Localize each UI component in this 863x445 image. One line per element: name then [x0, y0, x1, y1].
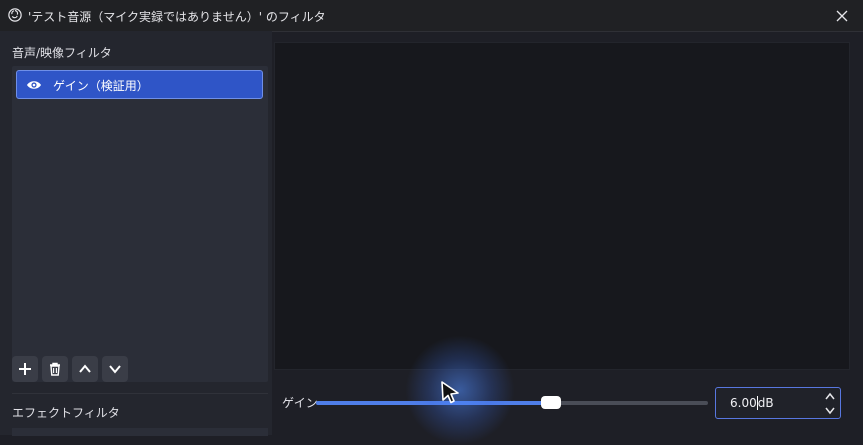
gain-slider-handle[interactable] — [541, 396, 562, 409]
audio-video-filter-list[interactable]: ゲイン（検証用） — [12, 66, 268, 382]
window-title: 'テスト音源（マイク実録ではありません）' のフィルタ — [28, 10, 326, 24]
plus-icon — [19, 363, 31, 375]
move-down-button[interactable] — [102, 356, 128, 382]
audio-video-filters-heading: 音声/映像フィルタ — [12, 46, 112, 60]
obs-logo-icon — [8, 8, 22, 22]
title-bar: 'テスト音源（マイク実録ではありません）' のフィルタ — [0, 0, 863, 32]
preview-area — [274, 42, 850, 370]
mouse-pointer-icon — [441, 381, 459, 404]
chevron-down-icon — [109, 365, 121, 374]
move-up-button[interactable] — [72, 356, 98, 382]
eye-icon[interactable] — [26, 79, 42, 91]
effect-filters-heading: エフェクトフィルタ — [12, 406, 120, 420]
spin-down-icon[interactable] — [824, 405, 836, 416]
filter-toolbar — [12, 356, 128, 384]
filters-panel: 音声/映像フィルタ ゲイン（検証用） エフェクトフィルタ — [0, 31, 272, 436]
filter-item-label: ゲイン（検証用） — [53, 79, 149, 93]
gain-label: ゲイン — [282, 396, 318, 410]
gain-value-field[interactable]: 6.00dB — [730, 396, 774, 410]
filter-item-gain[interactable]: ゲイン（検証用） — [16, 70, 263, 99]
close-button[interactable] — [821, 0, 863, 31]
remove-filter-button[interactable] — [42, 356, 68, 382]
gain-spinbox[interactable]: 6.00dB — [715, 387, 841, 419]
trash-icon — [50, 362, 60, 376]
chevron-up-icon — [79, 364, 91, 373]
spin-up-icon[interactable] — [824, 391, 836, 402]
section-divider — [12, 393, 268, 394]
gain-value-number: 6.00 — [730, 396, 757, 410]
close-icon — [836, 10, 848, 21]
add-filter-button[interactable] — [12, 356, 38, 382]
gain-value-unit: dB — [757, 396, 774, 410]
